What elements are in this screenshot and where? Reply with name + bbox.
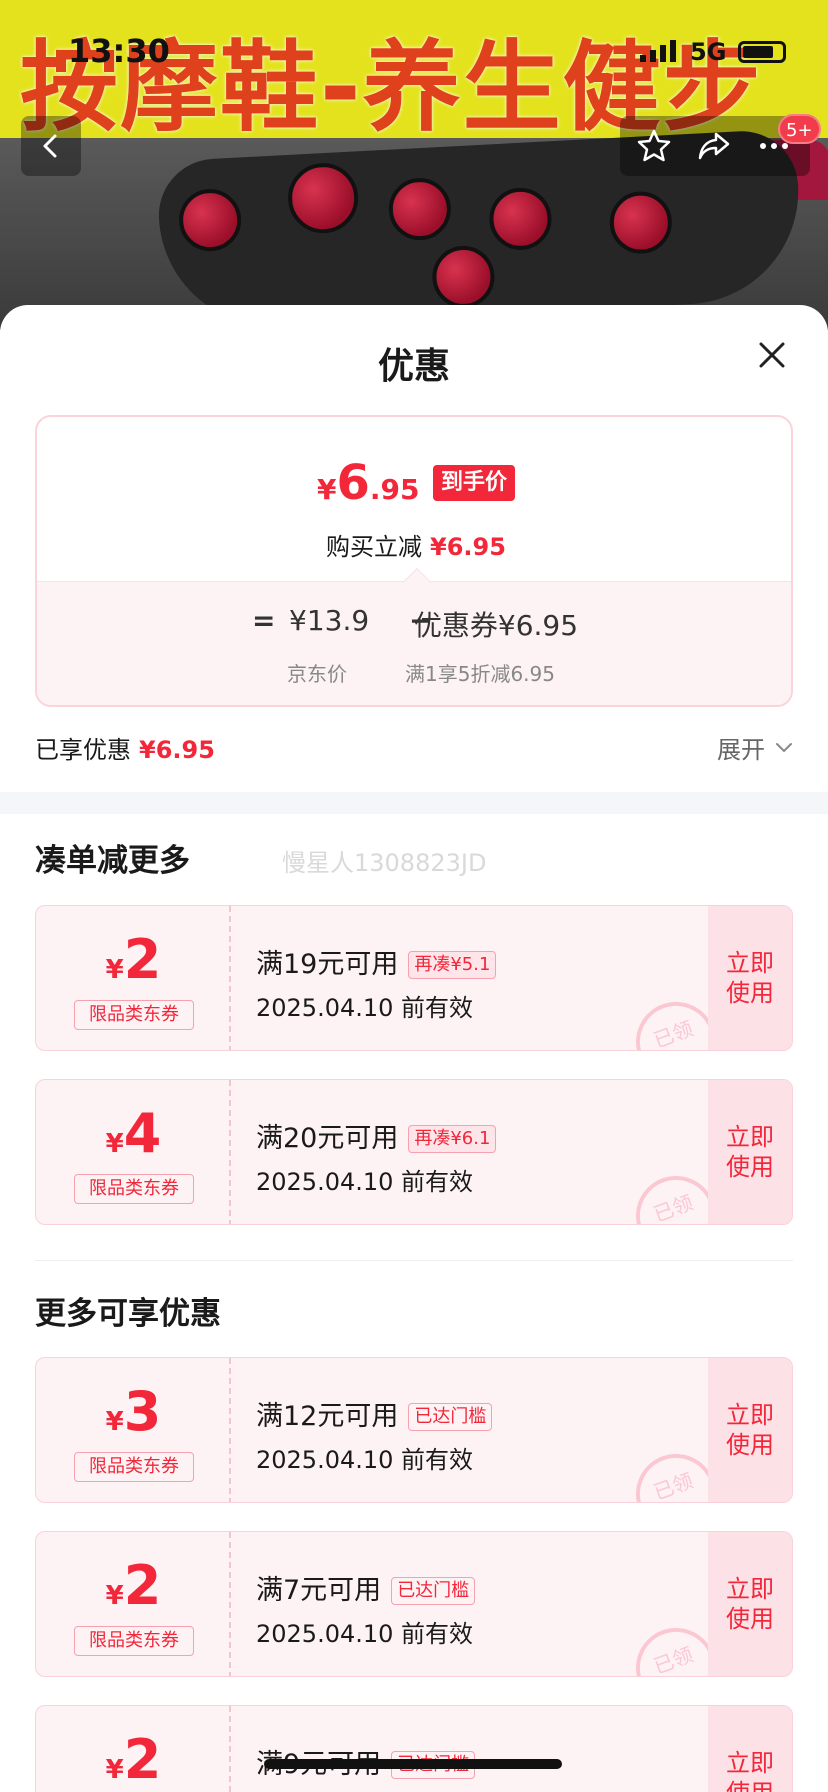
coupon-currency: ¥: [105, 1755, 124, 1785]
use-now-button[interactable]: 立即使用: [708, 906, 792, 1050]
coupon-type: 限品类东券: [74, 1452, 194, 1482]
final-price-tag: 到手价: [433, 465, 516, 501]
massage-nub: [430, 244, 497, 310]
coupon-expiry: 2025.04.10 前有效: [256, 1620, 474, 1648]
coupon-gap-tag: 再凑¥6.1: [408, 1125, 497, 1153]
callout-notch: [402, 567, 432, 597]
coupon-discount: 优惠券¥6.95: [405, 604, 578, 644]
coupon-rule: 满1享5折减6.95: [405, 662, 555, 686]
star-icon[interactable]: [636, 128, 672, 164]
enjoyed-value: ¥6.95: [139, 736, 215, 764]
home-indicator: [264, 1759, 562, 1769]
enjoyed-discount-row: 已享优惠 ¥6.95 展开: [35, 730, 793, 770]
section-separator: [0, 792, 828, 814]
price-breakdown-card: ¥6.95 到手价 购买立减 ¥6.95 = ¥13.9 − 优惠券¥6.95 京…: [35, 415, 793, 707]
use-now-button[interactable]: 立即使用: [708, 1358, 792, 1502]
coupon-condition: 满12元可用 已达门槛: [256, 1394, 493, 1433]
massage-nub: [286, 161, 360, 235]
coupon-card: ¥2 限品类东券 满7元可用 已达门槛 2025.04.10 前有效 已领 立即使…: [35, 1531, 793, 1677]
coupon-amount: ¥2: [36, 928, 231, 991]
signal-icon: [640, 40, 676, 62]
coupon-condition: 满7元可用 已达门槛: [256, 1568, 476, 1607]
coupon-card: ¥3 限品类东券 满12元可用 已达门槛 2025.04.10 前有效 已领 立即…: [35, 1357, 793, 1503]
threshold-met-tag: 已达门槛: [391, 1577, 476, 1605]
coupon-value-area: ¥3 限品类东券: [36, 1358, 231, 1502]
back-button[interactable]: [21, 116, 81, 176]
share-icon[interactable]: [696, 128, 732, 164]
status-time: 13:30: [68, 32, 170, 70]
coupon-value: 2: [123, 1554, 162, 1617]
coupon-value-area: ¥2 限品类东券: [36, 906, 231, 1050]
coupon-amount: ¥3: [36, 1380, 231, 1443]
coupon-value: 3: [123, 1380, 162, 1443]
coupon-amount: ¥4: [36, 1102, 231, 1165]
coupon-condition-text: 满12元可用: [256, 1401, 399, 1432]
coupon-condition-text: 满19元可用: [256, 949, 399, 980]
coupon-amount: ¥2: [36, 1728, 231, 1791]
close-icon[interactable]: [752, 335, 792, 375]
chevron-down-icon: [776, 742, 792, 752]
coupon-value-area: ¥4 限品类东券: [36, 1080, 231, 1224]
coupon-condition-text: 满20元可用: [256, 1123, 399, 1154]
equals-sign: =: [252, 604, 276, 637]
threshold-met-tag: 已达门槛: [408, 1403, 493, 1431]
coupon-expiry: 2025.04.10 前有效: [256, 994, 474, 1022]
use-now-button[interactable]: 立即使用: [708, 1532, 792, 1676]
coupon-gap-tag: 再凑¥5.1: [408, 951, 497, 979]
coupon-condition-text: 满7元可用: [256, 1575, 382, 1606]
watermark: 慢星人1308823JD: [282, 849, 487, 877]
coupon-value: 2: [123, 1728, 162, 1791]
price-currency: ¥: [316, 473, 337, 506]
message-badge: 5+: [778, 114, 821, 144]
coupon-value: 4: [123, 1102, 162, 1165]
coupon-card: ¥4 限品类东券 满20元可用 再凑¥6.1 2025.04.10 前有效 已领 …: [35, 1079, 793, 1225]
coupon-type: 限品类东券: [74, 1000, 194, 1030]
coupon-expiry: 2025.04.10 前有效: [256, 1168, 474, 1196]
battery-icon: [738, 41, 786, 63]
coupon-discount-text: 优惠券¥6.95: [413, 609, 579, 642]
use-now-button[interactable]: 立即使用: [708, 1706, 792, 1792]
discount-sheet: 优惠 ¥6.95 到手价 购买立减 ¥6.95 = ¥13.9 − 优惠券¥6.9…: [0, 305, 828, 1792]
price-formula: = ¥13.9 − 优惠券¥6.95 京东价 满1享5折减6.95: [37, 567, 791, 705]
coupon-card: ¥2 限品类东券 满19元可用 再凑¥5.1 2025.04.10 前有效 已领 …: [35, 905, 793, 1051]
massage-nub: [387, 176, 453, 242]
coupon-type: 限品类东券: [74, 1174, 194, 1204]
section-title-more-benefits: 更多可享优惠: [35, 1296, 221, 1332]
coupon-amount: ¥2: [36, 1554, 231, 1617]
coupon-card: ¥2 限品类东券 满9元可用已达门槛 立即使用: [35, 1705, 793, 1792]
divider: [35, 1260, 793, 1261]
price-integer: 6: [336, 455, 370, 511]
jd-price: ¥13.9: [289, 604, 370, 637]
network-type: 5G: [690, 38, 727, 66]
expand-label: 展开: [717, 736, 765, 764]
coupon-currency: ¥: [105, 955, 124, 985]
coupon-currency: ¥: [105, 1581, 124, 1611]
coupon-currency: ¥: [105, 1129, 124, 1159]
use-now-button[interactable]: 立即使用: [708, 1080, 792, 1224]
massage-nub: [608, 189, 674, 256]
massage-nub: [487, 186, 554, 252]
sheet-title: 优惠: [377, 346, 450, 387]
coupon-currency: ¥: [105, 1407, 124, 1437]
back-icon: [43, 134, 57, 158]
massage-nub: [177, 187, 243, 253]
instant-discount-label: 购买立减: [326, 533, 423, 561]
coupon-value-area: ¥2 限品类东券: [36, 1532, 231, 1676]
coupon-value-area: ¥2 限品类东券: [36, 1706, 231, 1792]
enjoyed-label: 已享优惠: [35, 736, 131, 764]
coupon-expiry: 2025.04.10 前有效: [256, 1446, 474, 1474]
price-decimal: .95: [369, 473, 420, 506]
section-title-more-discount: 凑单减更多: [35, 843, 190, 879]
coupon-condition: 满20元可用 再凑¥6.1: [256, 1116, 497, 1155]
instant-discount-value: ¥6.95: [430, 533, 506, 561]
final-price: ¥6.95 到手价: [37, 455, 791, 511]
status-bar: 13:30 5G: [0, 0, 828, 100]
jd-price-label: 京东价: [287, 662, 347, 686]
coupon-condition: 满19元可用 再凑¥5.1: [256, 942, 497, 981]
expand-button[interactable]: 展开: [717, 730, 793, 765]
coupon-value: 2: [123, 928, 162, 991]
coupon-type: 限品类东券: [74, 1626, 194, 1656]
instant-discount: 购买立减 ¥6.95: [37, 527, 791, 562]
